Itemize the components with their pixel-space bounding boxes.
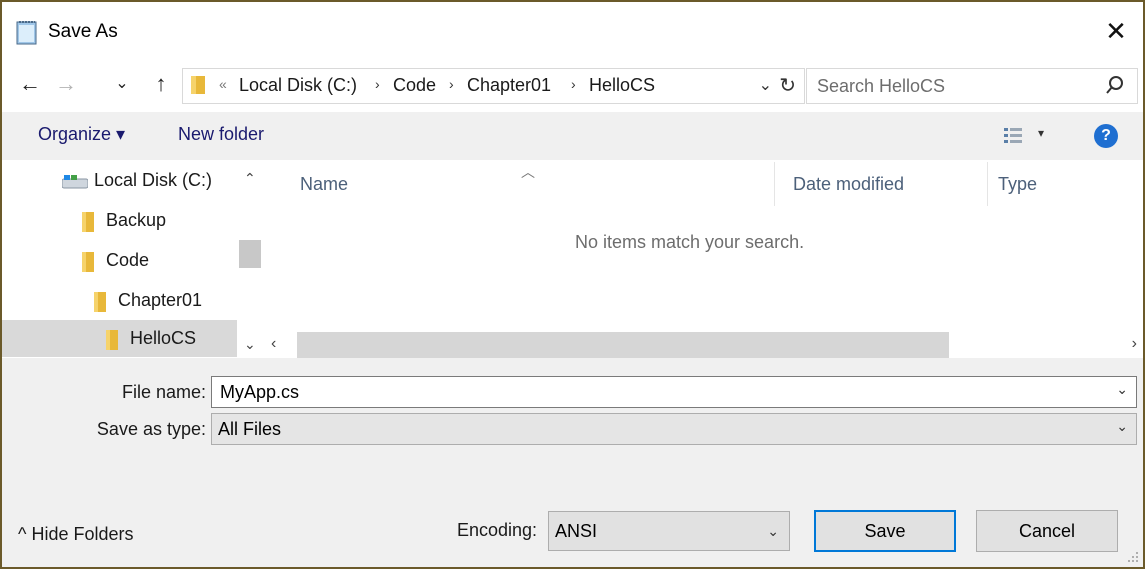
title-bar: Save As ✕ [2,2,1143,60]
scroll-thumb[interactable] [297,332,949,358]
save-button[interactable]: Save [814,510,956,552]
folder-icon [106,330,118,350]
up-button[interactable]: ↑ [148,70,174,98]
column-divider[interactable] [774,162,775,206]
organize-menu[interactable]: Organize ▾ [38,124,125,145]
save-as-dialog: Save As ✕ ← → ⌄ ↑ « Local Disk (C:) › Co… [0,0,1145,569]
column-name[interactable]: Name [300,174,348,195]
navigation-pane: Local Disk (C:) Backup Code Chapter01 He… [2,162,237,357]
breadcrumb-separator-icon[interactable]: › [449,76,454,92]
save-as-type-value: All Files [218,419,282,439]
tree-label: Local Disk (C:) [94,170,213,190]
scroll-left-icon[interactable]: ‹ [271,335,276,353]
column-divider[interactable] [987,162,988,206]
tree-label: Code [106,250,150,270]
scroll-up-icon[interactable]: ⌃ [244,170,256,187]
column-type[interactable]: Type [998,174,1037,195]
close-button[interactable]: ✕ [1099,14,1133,48]
path-overflow-icon[interactable]: « [219,76,227,92]
command-toolbar: Organize ▾ New folder ▾ ? [2,112,1143,160]
scroll-thumb[interactable] [239,240,261,268]
file-list: ︿ Name Date modified Type No items match… [265,162,1143,357]
scroll-right-icon[interactable]: › [1132,335,1137,353]
breadcrumb-separator-icon[interactable]: › [375,76,380,92]
breadcrumb-chapter01[interactable]: Chapter01 [467,75,551,96]
breadcrumb-code[interactable]: Code [393,75,436,96]
notepad-icon [16,21,37,45]
help-icon[interactable]: ? [1094,124,1118,148]
folder-icon [94,292,106,312]
navigation-bar: ← → ⌄ ↑ « Local Disk (C:) › Code › Chapt… [2,60,1143,110]
tree-item-code[interactable]: Code [2,242,237,280]
forward-button[interactable]: → [52,70,80,98]
view-dropdown-icon[interactable]: ▾ [1038,126,1044,140]
breadcrumb-local-disk[interactable]: Local Disk (C:) [239,75,357,96]
encoding-dropdown-icon[interactable]: ⌄ [767,523,779,540]
tree-item-chapter01[interactable]: Chapter01 [2,282,237,320]
folder-icon [82,252,94,272]
encoding-select[interactable]: ANSI ⌄ [548,511,790,551]
recent-locations-chevron-icon[interactable]: ⌄ [112,70,132,98]
drive-icon [62,175,88,189]
list-horizontal-scrollbar[interactable]: ‹ › [265,332,1141,358]
scroll-down-icon[interactable]: ⌄ [244,336,256,353]
resize-grip-icon[interactable] [1127,551,1139,563]
file-name-label: File name: [121,382,206,402]
save-as-type-dropdown-icon[interactable]: ⌄ [1116,418,1128,435]
tree-label: Chapter01 [118,290,203,310]
folder-icon [82,212,94,232]
cancel-button[interactable]: Cancel [976,510,1118,552]
column-date-modified[interactable]: Date modified [793,174,904,195]
window-title: Save As [48,21,118,42]
tree-label: HelloCS [130,328,197,348]
save-as-type-select[interactable]: All Files ⌄ [211,413,1137,445]
tree-item-backup[interactable]: Backup [2,202,237,240]
search-placeholder: Search HelloCS [817,76,946,96]
folder-icon [191,76,205,94]
file-name-field[interactable]: MyApp.cs ⌄ [211,376,1137,408]
search-box[interactable]: Search HelloCS [806,68,1138,104]
file-name-dropdown-icon[interactable]: ⌄ [1116,381,1128,398]
sort-arrow-icon: ︿ [521,164,535,180]
tree-vertical-scrollbar[interactable]: ⌃ ⌄ [237,162,263,357]
encoding-label: Encoding: [457,520,538,540]
refresh-icon[interactable]: ↻ [779,73,796,98]
new-folder-button[interactable]: New folder [178,124,264,145]
save-options-panel: File name: MyApp.cs ⌄ Save as type: All … [2,358,1143,567]
encoding-value: ANSI [555,521,598,541]
breadcrumb-hellocs[interactable]: HelloCS [589,75,655,96]
hide-folders-button[interactable]: ^ Hide Folders [18,524,134,545]
view-options-icon[interactable] [1002,126,1026,146]
address-dropdown-icon[interactable]: ⌄ [759,75,772,95]
tree-item-local-disk[interactable]: Local Disk (C:) [2,162,237,200]
back-button[interactable]: ← [16,70,44,98]
address-bar[interactable]: « Local Disk (C:) › Code › Chapter01 › H… [182,68,805,104]
tree-label: Backup [106,210,167,230]
search-icon[interactable] [1103,73,1127,99]
save-as-type-label: Save as type: [96,419,206,439]
file-name-value[interactable]: MyApp.cs [220,382,299,403]
empty-message: No items match your search. [575,232,805,252]
breadcrumb-separator-icon[interactable]: › [571,76,576,92]
tree-item-hellocs[interactable]: HelloCS [2,320,237,357]
